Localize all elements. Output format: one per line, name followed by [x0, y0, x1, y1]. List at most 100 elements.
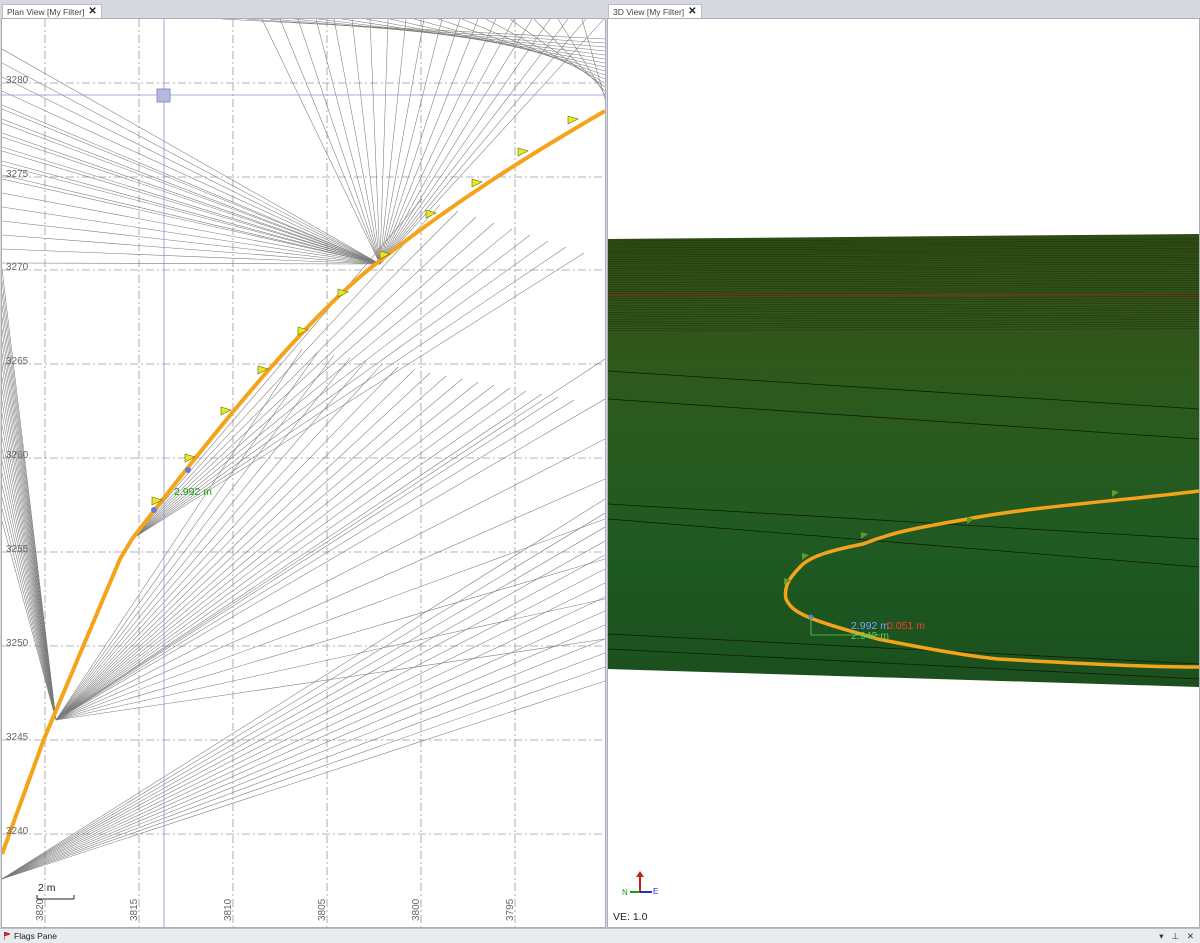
flags-pane-pin-icon[interactable]: ⊥: [1171, 929, 1178, 943]
sight-line: [55, 390, 527, 721]
y-tick-label: 3265: [6, 356, 29, 367]
curve-flag[interactable]: [517, 147, 529, 157]
sight-line: [2, 136, 381, 265]
flags-pane-bar[interactable]: Flags Pane ▾ ⊥ ✕: [0, 928, 1200, 943]
sight-line: [2, 508, 57, 721]
sight-line: [221, 19, 605, 40]
3d-measure-red-label: 0.051 m: [887, 620, 925, 632]
tab-plan-view-close-icon[interactable]: ✕: [88, 5, 96, 19]
scale-bar-label: 2 m: [38, 882, 56, 894]
sight-line: [55, 399, 575, 721]
sight-line: [485, 19, 605, 84]
x-tick-label: 3805: [317, 898, 328, 921]
tab-plan-view-label: Plan View [My Filter]: [7, 7, 85, 17]
sight-line: [557, 19, 605, 96]
sight-line: [2, 472, 57, 721]
tab-3d-view-close-icon[interactable]: ✕: [688, 5, 696, 19]
sight-line: [2, 610, 605, 880]
y-tick-label: 3280: [6, 75, 29, 86]
sight-line: [2, 192, 381, 265]
flags-pane-dropdown-icon[interactable]: ▾: [1159, 929, 1163, 943]
3d-view-canvas[interactable]: 2.992 m 0.051 m 2.942 m N E VE: 1.0: [607, 18, 1200, 928]
sight-line: [2, 680, 605, 880]
alignment-curve[interactable]: [2, 109, 605, 855]
plan-measure-label: 2.992 m: [174, 486, 212, 498]
sight-line: [379, 19, 515, 265]
plan-view-canvas[interactable]: 2.992 m 3280 3275 3270 3265 3260 3255 3250 3245…: [1, 18, 606, 928]
3d-measure-green-label: 2.942 m: [851, 630, 889, 642]
sight-line: [293, 19, 605, 52]
y-tick-label: 3240: [6, 826, 29, 837]
sight-line: [2, 540, 605, 880]
measure-point-a[interactable]: [151, 507, 157, 513]
sight-line: [2, 90, 381, 265]
sight-line: [279, 19, 381, 265]
flags-pane-label: Flags Pane: [14, 931, 57, 941]
sight-line: [2, 146, 381, 265]
sight-line: [55, 396, 559, 721]
sight-line: [2, 526, 605, 880]
x-tick-label: 3795: [505, 898, 516, 921]
sight-line: [351, 19, 381, 265]
sight-line: [2, 424, 57, 721]
sight-line: [2, 652, 605, 880]
sight-line: [55, 518, 605, 721]
sight-line: [55, 348, 303, 721]
sight-line: [2, 400, 57, 721]
sight-line: [2, 108, 381, 265]
sight-line: [2, 596, 605, 880]
sight-line: [2, 48, 381, 265]
sight-line: [55, 354, 335, 721]
sight-line: [55, 372, 431, 721]
flags-pane-close-icon[interactable]: ✕: [1187, 929, 1194, 943]
sight-line: [55, 351, 319, 721]
sight-line: [581, 19, 605, 100]
y-tick-label: 3275: [6, 169, 29, 180]
sight-line: [2, 122, 381, 265]
scale-bar: 2 m: [36, 882, 75, 900]
axis-triad-icon: N E: [622, 871, 658, 897]
sight-line: [2, 164, 381, 265]
sight-line: [55, 360, 367, 721]
sight-line: [2, 174, 381, 265]
sight-line: [2, 76, 381, 265]
tab-plan-view[interactable]: Plan View [My Filter] ✕: [2, 4, 102, 19]
sight-line: [333, 19, 381, 265]
sight-line: [2, 150, 381, 265]
sight-line: [2, 234, 381, 265]
sight-line: [379, 19, 497, 265]
sight-line: [2, 262, 381, 265]
sight-line: [2, 436, 57, 721]
y-tick-label: 3250: [6, 638, 29, 649]
sight-line: [379, 19, 479, 265]
y-tick-label: 3270: [6, 262, 29, 273]
vertical-exaggeration-label: VE: 1.0: [613, 911, 648, 923]
flag-icon: [4, 932, 10, 940]
axis-e-label: E: [653, 887, 658, 896]
sight-line: [379, 19, 533, 265]
sight-line: [2, 62, 381, 265]
curve-flags: [151, 115, 579, 506]
x-tick-label: 3810: [223, 898, 234, 921]
sight-line: [379, 19, 569, 265]
sight-line: [2, 448, 57, 721]
x-axis-labels: 3820 3815 3810 3805 3800 3795: [35, 898, 516, 921]
sight-line: [2, 498, 605, 880]
sight-line: [269, 19, 605, 48]
sight-line: [2, 554, 605, 880]
plan-sight-lines: [2, 19, 605, 880]
sight-line: [55, 381, 479, 721]
y-tick-label: 3245: [6, 732, 29, 743]
measure-point-b[interactable]: [185, 467, 191, 473]
axis-n-label: N: [622, 888, 628, 897]
sight-line: [55, 357, 351, 721]
crosshair-handle[interactable]: [156, 88, 171, 103]
sight-line: [2, 364, 57, 721]
curve-flag[interactable]: [567, 115, 579, 125]
sight-line: [297, 19, 381, 265]
tab-3d-view-label: 3D View [My Filter]: [613, 7, 685, 17]
sight-line: [369, 19, 381, 265]
sight-line: [2, 568, 605, 880]
sight-line: [2, 624, 605, 880]
tab-3d-view[interactable]: 3D View [My Filter] ✕: [608, 4, 702, 19]
